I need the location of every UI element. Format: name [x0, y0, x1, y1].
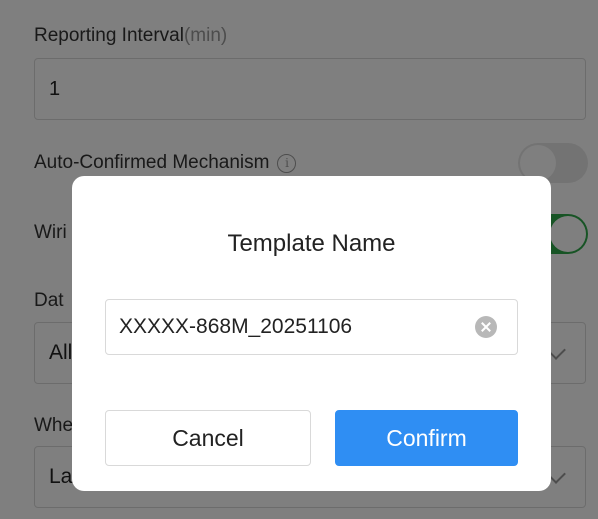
template-name-value: XXXXX-868M_20251106 [119, 315, 353, 338]
dialog-title: Template Name [227, 230, 396, 257]
template-name-input[interactable]: XXXXX-868M_20251106 [105, 299, 518, 355]
template-name-dialog: Template Name XXXXX-868M_20251106 Cancel… [72, 176, 551, 491]
confirm-button[interactable]: Confirm [335, 410, 518, 466]
cancel-button[interactable]: Cancel [105, 410, 311, 466]
clear-icon[interactable] [475, 316, 497, 338]
